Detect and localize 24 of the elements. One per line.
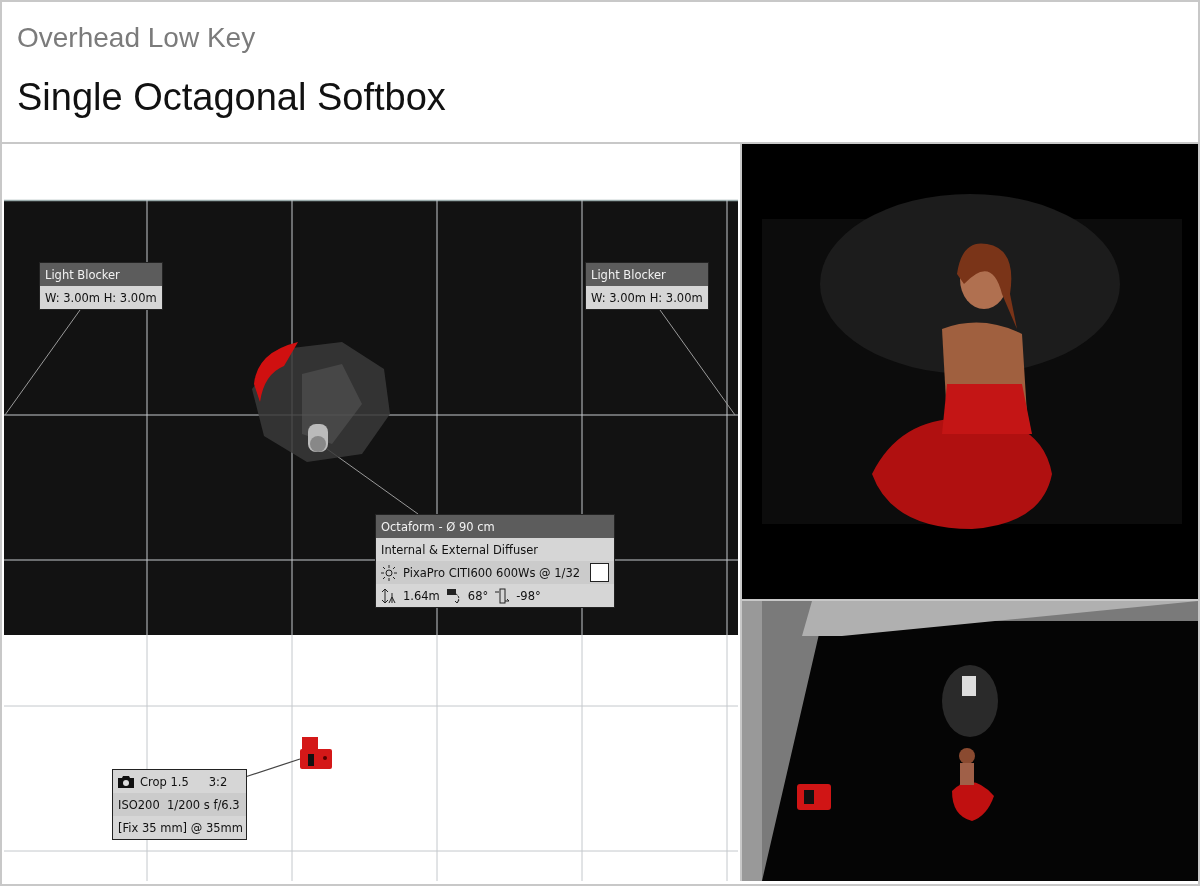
lens-text: [Fix 35 mm] @ 35mm: [118, 820, 243, 835]
flash-text: PixaPro CITI600 600Ws @ 1/32: [403, 565, 581, 580]
rotation-text: -98°: [516, 588, 541, 603]
exposure-text: ISO200 1/200 s f/6.3: [118, 797, 240, 812]
diffuser-text: Internal & External Diffuser: [381, 542, 539, 557]
setup-subtitle: Overhead Low Key: [17, 22, 257, 54]
color-swatch: [590, 563, 609, 582]
tilt-text: 68°: [467, 588, 489, 603]
setup-title: Single Octagonal Softbox: [17, 76, 447, 119]
dimensions-text: W: 3.00m H: 3.00m: [45, 290, 157, 305]
rotation-icon: [494, 587, 511, 604]
camera-drawing: [300, 737, 332, 769]
dimensions-text: W: 3.00m H: 3.00m: [591, 290, 703, 305]
tilt-icon: [445, 587, 462, 604]
ratio-text: 3:2: [208, 774, 228, 789]
leader-line: [244, 758, 301, 778]
crop-text: Crop 1.5: [140, 774, 189, 789]
label-title: Octaform - Ø 90 cm: [381, 519, 495, 534]
label-title: Light Blocker: [45, 267, 120, 282]
sun-icon: [381, 564, 397, 581]
label-title: Light Blocker: [591, 267, 666, 282]
height-text: 1.64m: [403, 588, 440, 603]
height-icon: [381, 587, 397, 604]
camera-icon: [118, 775, 134, 788]
